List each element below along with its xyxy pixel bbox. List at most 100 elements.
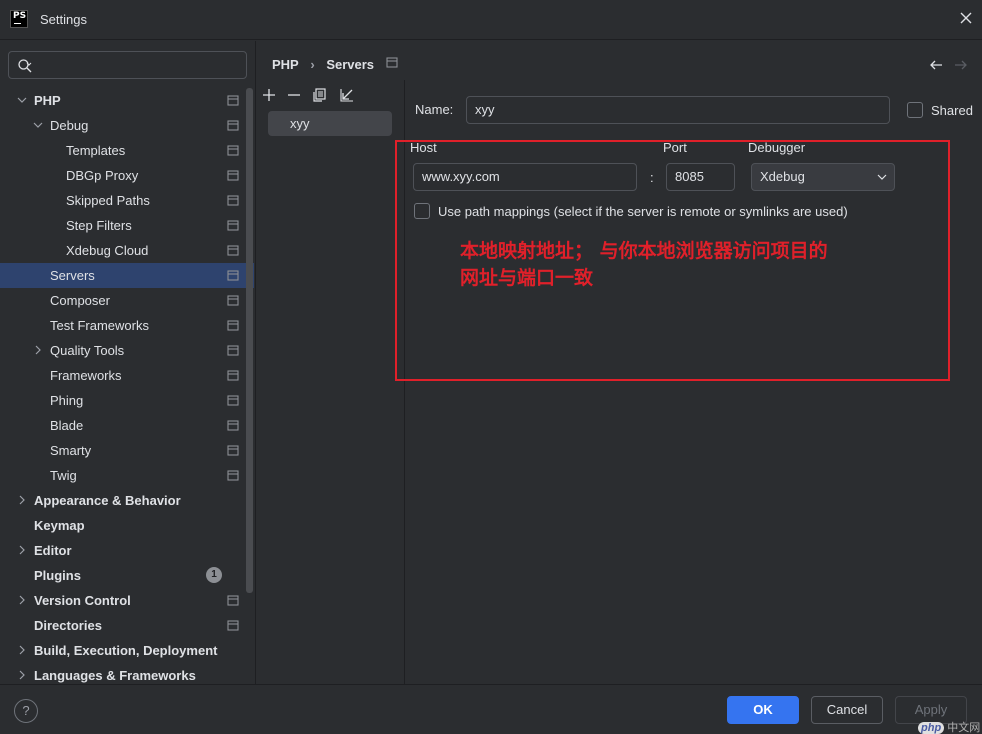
project-level-icon — [227, 220, 239, 231]
name-label: Name: — [415, 102, 454, 117]
sidebar-item-appearance-behavior[interactable]: Appearance & Behavior — [0, 488, 254, 513]
sidebar-item-label: Twig — [50, 468, 77, 483]
sidebar-item-test-frameworks[interactable]: Test Frameworks — [0, 313, 254, 338]
breadcrumb-current: Servers — [326, 57, 375, 73]
sidebar-item-label: Composer — [50, 293, 110, 308]
search-input[interactable] — [8, 51, 247, 79]
sidebar-item-xdebug-cloud[interactable]: Xdebug Cloud — [0, 238, 254, 263]
sidebar-item-label: Plugins — [34, 568, 81, 583]
sidebar-item-smarty[interactable]: Smarty — [0, 438, 254, 463]
project-level-icon — [227, 445, 239, 456]
sidebar-item-label: Frameworks — [50, 368, 122, 383]
sidebar-item-templates[interactable]: Templates — [0, 138, 254, 163]
sidebar-item-label: Version Control — [34, 593, 131, 608]
sidebar-item-phing[interactable]: Phing — [0, 388, 254, 413]
chevron-right-icon[interactable] — [32, 344, 44, 356]
sidebar-item-directories[interactable]: Directories — [0, 613, 254, 638]
close-icon[interactable] — [958, 10, 974, 26]
add-icon[interactable] — [261, 87, 277, 103]
watermark-site: 中文网 — [947, 722, 981, 734]
annotation-line-2: 网址与端口一致 — [460, 267, 594, 289]
chevron-down-icon[interactable] — [32, 119, 44, 131]
sidebar-item-label: Keymap — [34, 518, 85, 533]
sidebar-item-label: Build, Execution, Deployment — [34, 643, 218, 658]
sidebar-item-twig[interactable]: Twig — [0, 463, 254, 488]
sidebar-item-label: DBGp Proxy — [66, 168, 139, 183]
sidebar-item-editor[interactable]: Editor — [0, 538, 254, 563]
sidebar-item-label: Templates — [66, 143, 126, 158]
forward-arrow-icon[interactable] — [954, 58, 968, 72]
project-level-icon — [227, 295, 239, 306]
sidebar-item-label: Step Filters — [66, 218, 132, 233]
search-icon — [18, 59, 32, 73]
project-level-icon — [227, 395, 239, 406]
shared-label: Shared — [931, 103, 973, 118]
name-field[interactable]: xyy — [466, 96, 890, 124]
cancel-button[interactable]: Cancel — [811, 696, 883, 724]
sidebar-item-version-control[interactable]: Version Control — [0, 588, 254, 613]
chevron-right-icon[interactable] — [16, 594, 28, 606]
help-button[interactable]: ? — [14, 699, 38, 723]
sidebar-scrollbar[interactable] — [246, 88, 253, 593]
sidebar-item-label: Test Frameworks — [50, 318, 149, 333]
import-icon[interactable] — [339, 87, 355, 103]
remove-icon[interactable] — [286, 87, 302, 103]
project-level-icon — [227, 345, 239, 356]
sidebar-item-label: PHP — [34, 93, 61, 108]
server-list-item[interactable]: xyy — [268, 111, 392, 136]
chevron-right-icon[interactable] — [16, 669, 28, 681]
project-level-icon — [227, 420, 239, 431]
notification-badge: 1 — [206, 567, 222, 583]
breadcrumb-separator: › — [310, 57, 315, 73]
breadcrumb-parent[interactable]: PHP — [272, 57, 299, 72]
watermark: php 中文网 — [918, 719, 980, 734]
sidebar-item-label: Appearance & Behavior — [34, 493, 181, 508]
sidebar-item-php[interactable]: PHP — [0, 88, 254, 113]
settings-sidebar: PHP Debug Templates DBGp Proxy Skipped Paths… — [0, 41, 256, 684]
server-list-panel: xyy — [256, 80, 405, 684]
sidebar-item-servers[interactable]: Servers — [0, 263, 254, 288]
annotation-text: 本地映射地址； 与你本地浏览器访问项目的 网址与端口一致 — [460, 238, 900, 292]
sidebar-item-frameworks[interactable]: Frameworks — [0, 363, 254, 388]
sidebar-item-composer[interactable]: Composer — [0, 288, 254, 313]
project-level-icon — [227, 595, 239, 606]
server-config-panel: Name: xyy Shared Host Port Debugger www.… — [395, 80, 982, 684]
sidebar-item-plugins[interactable]: Plugins 1 — [0, 563, 254, 588]
sidebar-item-label: Blade — [50, 418, 84, 433]
sidebar-item-debug[interactable]: Debug — [0, 113, 254, 138]
project-level-icon — [227, 120, 239, 131]
server-item-label: xyy — [290, 116, 310, 131]
sidebar-item-label: Servers — [50, 268, 95, 283]
project-level-icon — [227, 370, 239, 381]
annotation-line-1: 本地映射地址； 与你本地浏览器访问项目的 — [460, 240, 828, 262]
chevron-down-icon[interactable] — [16, 94, 28, 106]
sidebar-item-label: Smarty — [50, 443, 92, 458]
sidebar-item-quality-tools[interactable]: Quality Tools — [0, 338, 254, 363]
sidebar-item-label: Phing — [50, 393, 84, 408]
project-level-icon — [227, 320, 239, 331]
chevron-right-icon[interactable] — [16, 494, 28, 506]
phpstorm-logo-icon: PS — [10, 10, 28, 28]
project-level-icon — [227, 170, 239, 181]
sidebar-item-dbgp-proxy[interactable]: DBGp Proxy — [0, 163, 254, 188]
sidebar-item-step-filters[interactable]: Step Filters — [0, 213, 254, 238]
chevron-right-icon[interactable] — [16, 544, 28, 556]
project-level-icon — [227, 470, 239, 481]
chevron-right-icon[interactable] — [16, 644, 28, 656]
project-level-icon — [227, 245, 239, 256]
sidebar-item-keymap[interactable]: Keymap — [0, 513, 254, 538]
sidebar-item-build-execution-deployment[interactable]: Build, Execution, Deployment — [0, 638, 254, 663]
ok-button[interactable]: OK — [727, 696, 799, 724]
dialog-footer: ? OK Cancel Apply php 中文网 — [0, 684, 982, 734]
sidebar-item-blade[interactable]: Blade — [0, 413, 254, 438]
back-arrow-icon[interactable] — [929, 58, 943, 72]
project-level-icon — [227, 145, 239, 156]
copy-icon[interactable] — [312, 87, 328, 103]
sidebar-item-label: Debug — [50, 118, 89, 133]
breadcrumb: PHP › Servers — [272, 56, 398, 72]
sidebar-item-label: Skipped Paths — [66, 193, 150, 208]
shared-checkbox[interactable] — [907, 102, 923, 118]
title-bar: PS Settings — [0, 0, 982, 40]
sidebar-item-label: Quality Tools — [50, 343, 125, 358]
sidebar-item-skipped-paths[interactable]: Skipped Paths — [0, 188, 254, 213]
